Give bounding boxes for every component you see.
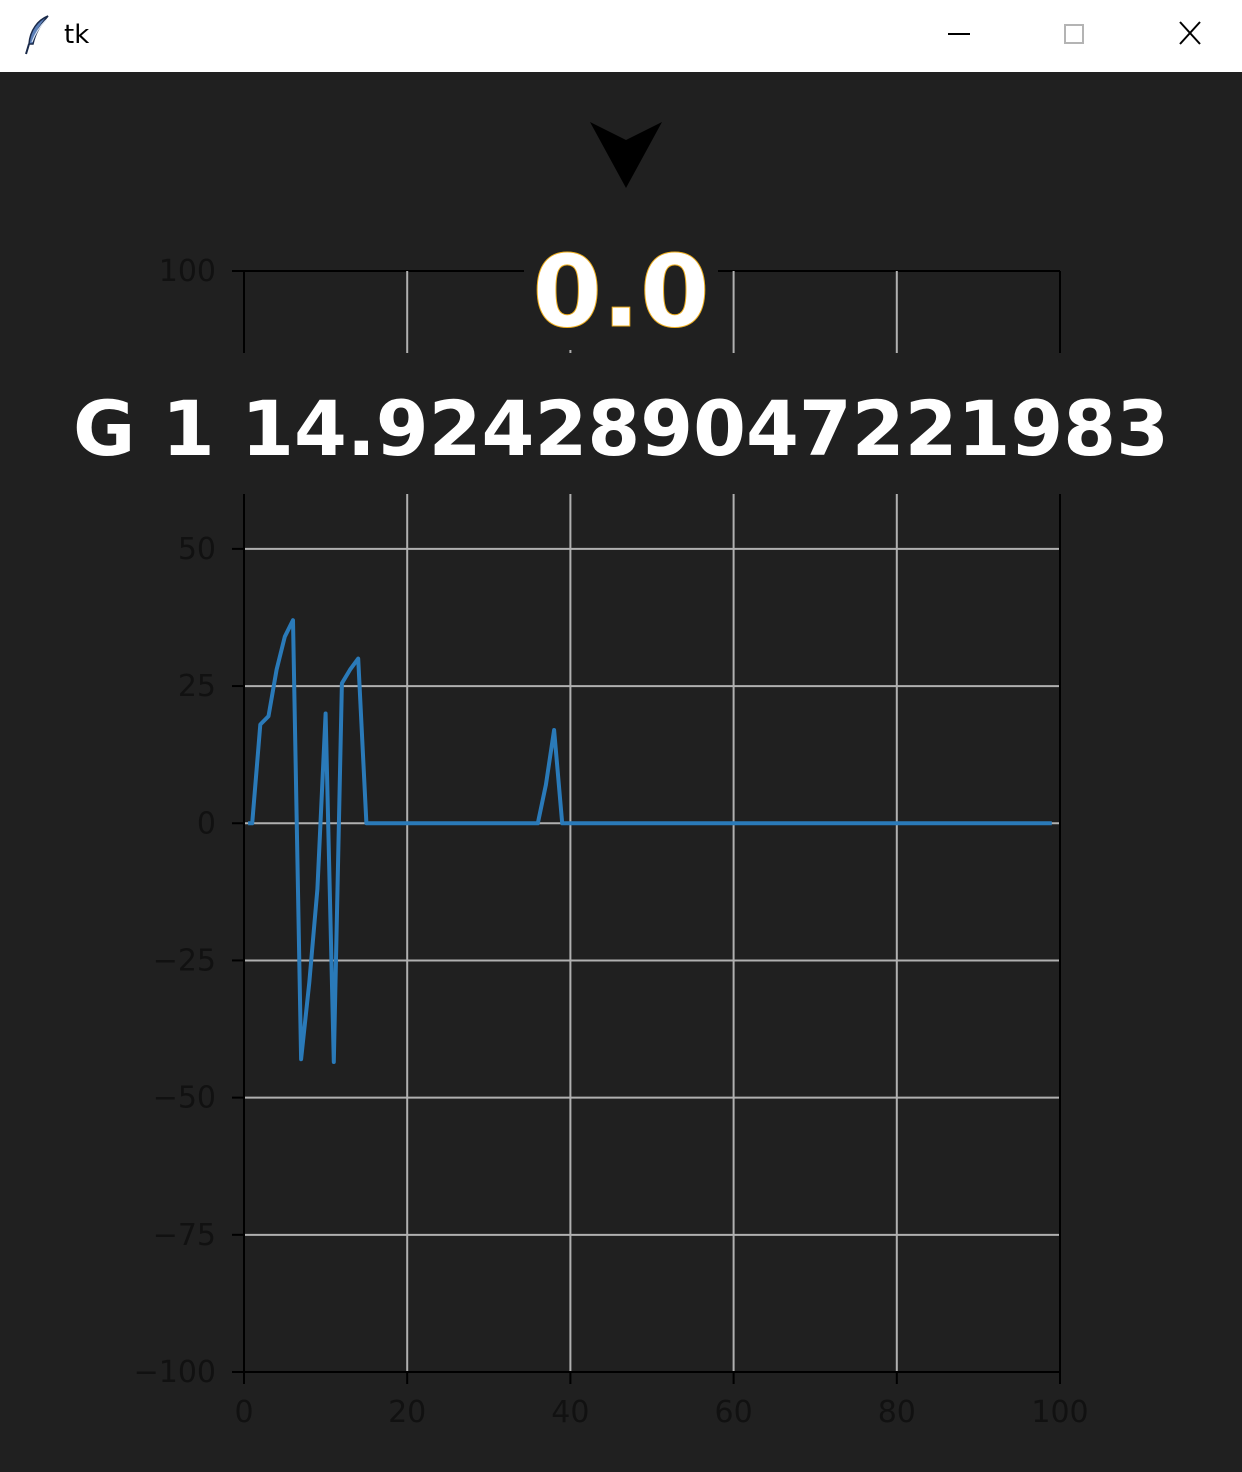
status-readout-text: G 1 14.924289047221983 bbox=[66, 384, 1176, 473]
ytick-label: −75 bbox=[153, 1218, 216, 1253]
bottom-chart: 50 25 0 −25 −50 −75 −100 0 20 40 60 80 100 bbox=[134, 494, 1089, 1430]
value-readout-text: 0.0 bbox=[524, 233, 718, 351]
xtick-label: 40 bbox=[551, 1395, 589, 1430]
app-window: tk 100 50 25 0 −25 −50 −75 −100 0 20 40 60 80 100 bbox=[0, 0, 1242, 1472]
down-triangle-icon bbox=[590, 122, 662, 188]
window-title: tk bbox=[64, 20, 90, 50]
feather-icon bbox=[25, 15, 49, 55]
ytick-label: 0 bbox=[197, 806, 216, 841]
ytick-label: −25 bbox=[153, 943, 216, 978]
ytick-label: −50 bbox=[153, 1081, 216, 1116]
value-readout: 0.0 bbox=[0, 232, 1242, 352]
xtick-label: 60 bbox=[715, 1395, 753, 1430]
xtick-label: 100 bbox=[1031, 1395, 1088, 1430]
maximize-icon bbox=[1064, 24, 1084, 44]
close-icon bbox=[1179, 21, 1201, 45]
plot-canvas-area: 100 50 25 0 −25 −50 −75 −100 0 20 40 60 80 100 0.0 G… bbox=[0, 72, 1242, 1472]
ytick-label: 25 bbox=[178, 669, 216, 704]
title-bar[interactable]: tk bbox=[0, 0, 1242, 72]
minimize-icon bbox=[948, 33, 970, 35]
xtick-label: 80 bbox=[878, 1395, 916, 1430]
xtick-label: 0 bbox=[234, 1395, 253, 1430]
ytick-label: 50 bbox=[178, 532, 216, 567]
maximize-button[interactable] bbox=[1018, 0, 1128, 68]
ytick-label: −100 bbox=[134, 1355, 216, 1390]
minimize-button[interactable] bbox=[904, 0, 1014, 68]
status-readout: G 1 14.924289047221983 bbox=[0, 384, 1242, 474]
close-button[interactable] bbox=[1134, 0, 1242, 68]
xtick-label: 20 bbox=[388, 1395, 426, 1430]
